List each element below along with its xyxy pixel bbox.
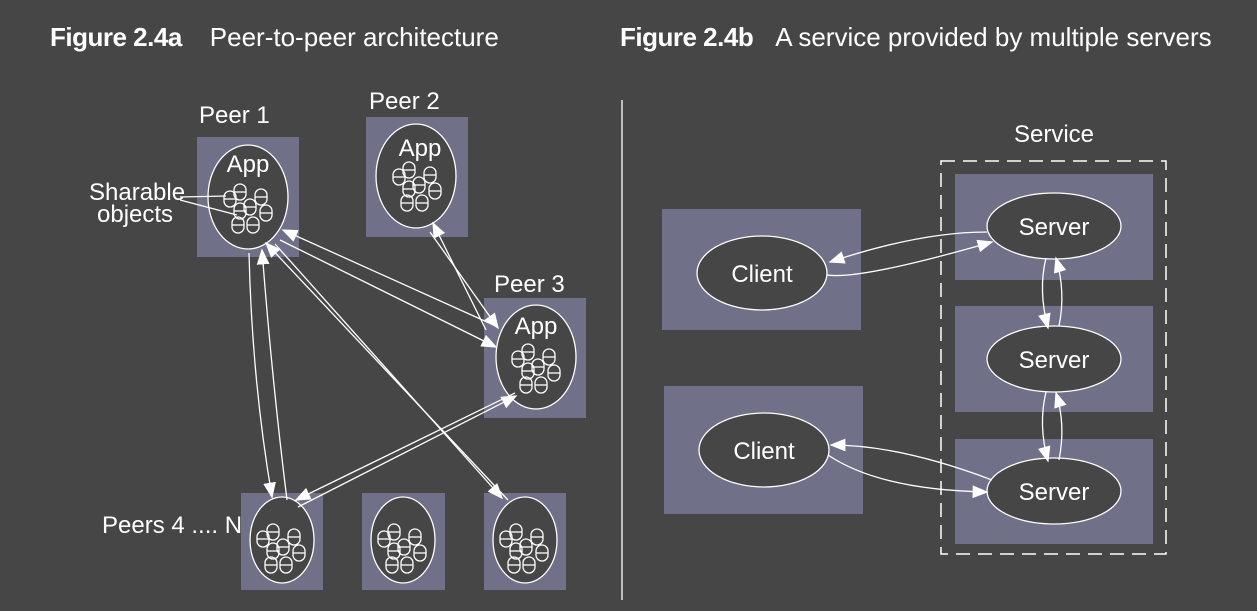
peer-3: Peer 3 App bbox=[484, 271, 586, 418]
peer-1: Peer 1 App bbox=[197, 102, 299, 257]
client-2-label: Client bbox=[733, 438, 795, 465]
peer-2-app-label: App bbox=[399, 135, 442, 162]
client-1: Client bbox=[662, 209, 861, 330]
arrow-peer1-to-peer6 bbox=[274, 243, 504, 500]
arrow-peer4-to-peer1 bbox=[256, 248, 288, 501]
peer-5-ellipse bbox=[370, 496, 436, 584]
arrow-peer1-to-peer3 bbox=[279, 239, 498, 348]
peer-1-label: Peer 1 bbox=[199, 102, 270, 129]
arrow-peer3-to-peer4 bbox=[294, 392, 516, 501]
peer-2: Peer 2 App bbox=[366, 88, 468, 237]
annotation-line-2: objects bbox=[97, 201, 173, 228]
client-2: Client bbox=[664, 386, 863, 514]
server-3-label: Server bbox=[1019, 479, 1090, 506]
peer-3-app-label: App bbox=[515, 313, 558, 340]
peer-5 bbox=[362, 493, 445, 590]
arrow-peer1-to-peer4 bbox=[248, 252, 276, 499]
peers-4-n-label: Peers 4 .... N bbox=[102, 512, 242, 539]
client-1-label: Client bbox=[731, 261, 793, 288]
arrow-peer2-to-peer3 bbox=[429, 231, 499, 330]
peer-3-label: Peer 3 bbox=[494, 271, 565, 298]
peer-4: Peers 4 .... N bbox=[102, 493, 323, 590]
server-1: Server bbox=[955, 174, 1153, 280]
server-1-label: Server bbox=[1019, 214, 1090, 241]
peer-6 bbox=[484, 493, 566, 590]
arrow-peer3-to-peer1 bbox=[281, 229, 499, 328]
server-2: Server bbox=[955, 306, 1153, 412]
peer-6-ellipse bbox=[492, 496, 558, 584]
peer-1-app-label: App bbox=[227, 151, 270, 178]
peer-4-ellipse bbox=[249, 496, 315, 584]
figure-a-connections bbox=[248, 221, 518, 508]
peer-2-label: Peer 2 bbox=[369, 88, 440, 115]
diagram-canvas: Peer 1 App Peer 2 App Peer 3 App Peers 4… bbox=[89, 88, 1167, 600]
server-2-label: Server bbox=[1019, 347, 1090, 374]
arrow-peer3-to-peer2 bbox=[432, 221, 487, 331]
arrow-peer4-to-peer3 bbox=[297, 395, 518, 508]
service-label: Service bbox=[1014, 121, 1094, 148]
